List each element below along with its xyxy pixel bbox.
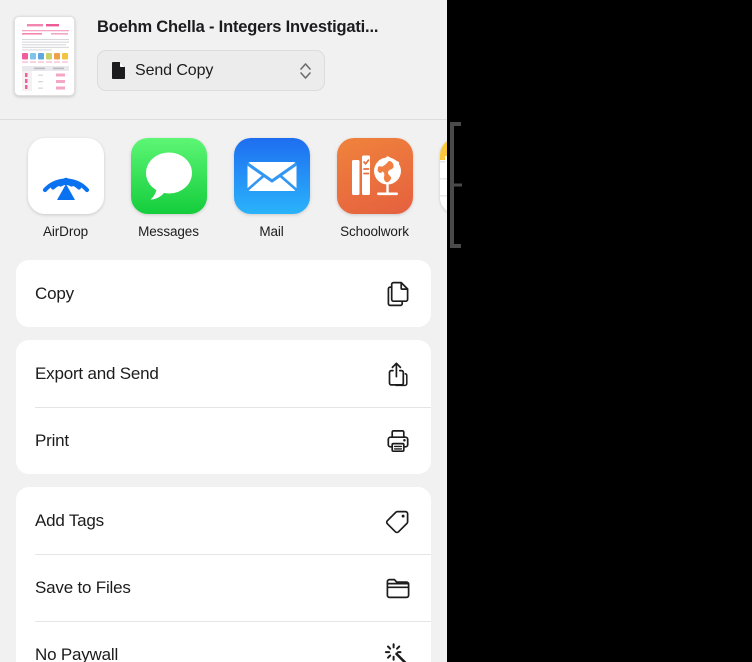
- magic-wand-icon: [384, 642, 407, 662]
- page-title: Boehm Chella - Integers Investigati...: [97, 18, 379, 36]
- mail-glyph: [246, 162, 297, 191]
- airdrop-glyph: [42, 177, 89, 200]
- header-text-column: Boehm Chella - Integers Investigati... S…: [97, 16, 433, 91]
- action-label: Print: [35, 430, 69, 450]
- share-targets-row[interactable]: AirDrop Messages Mail Schoolwork: [0, 120, 447, 260]
- action-row-copy[interactable]: Copy: [16, 260, 431, 327]
- send-mode-label: Send Copy: [135, 61, 214, 79]
- action-group-2: Export and Send Print: [16, 340, 431, 474]
- mail-icon: [233, 138, 310, 214]
- messages-glyph: [145, 152, 192, 200]
- printer-icon: [387, 429, 409, 452]
- action-group-1: Copy: [16, 260, 431, 327]
- share-up-icon: [388, 361, 408, 386]
- action-label: No Paywall: [35, 644, 119, 662]
- action-row-no-paywall[interactable]: No Paywall: [16, 621, 431, 662]
- thumbnail-preview: [18, 21, 73, 93]
- document-thumbnail: [14, 16, 75, 96]
- schoolwork-glyph: [351, 155, 401, 196]
- action-list: Copy Export and Send Print Add Tags Save…: [0, 260, 447, 662]
- share-target-label: AirDrop: [42, 224, 89, 239]
- action-row-print[interactable]: Print: [16, 407, 431, 474]
- send-mode-popup-button[interactable]: Send Copy: [97, 50, 325, 91]
- share-target-label: Schoolwork: [340, 224, 409, 239]
- action-label: Export and Send: [35, 363, 159, 383]
- share-target-airdrop[interactable]: AirDrop: [14, 138, 117, 239]
- share-target-label: Mail: [259, 224, 284, 239]
- share-target-schoolwork[interactable]: Schoolwork: [323, 138, 426, 239]
- action-label: Copy: [35, 283, 74, 303]
- share-sheet-header: Boehm Chella - Integers Investigati... S…: [0, 0, 447, 120]
- action-label: Add Tags: [35, 510, 104, 530]
- airdrop-icon: [27, 138, 104, 214]
- schoolwork-icon: [336, 138, 413, 214]
- notes-icon: [439, 138, 447, 214]
- edge-bracket-annotation: [450, 122, 462, 248]
- action-row-export-and-send[interactable]: Export and Send: [16, 340, 431, 407]
- action-group-3: Add Tags Save to Files No Paywall: [16, 487, 431, 662]
- notes-glyph: [439, 138, 447, 214]
- share-target-messages[interactable]: Messages: [117, 138, 220, 239]
- messages-icon: [130, 138, 207, 214]
- folder-icon: [386, 578, 410, 598]
- chevron-up-down-icon: [300, 62, 311, 79]
- document-icon: [112, 61, 125, 79]
- action-row-add-tags[interactable]: Add Tags: [16, 487, 431, 554]
- action-label: Save to Files: [35, 577, 131, 597]
- share-target-notes[interactable]: [426, 138, 447, 224]
- screen: Boehm Chella - Integers Investigati... S…: [0, 0, 752, 662]
- share-sheet-panel: Boehm Chella - Integers Investigati... S…: [0, 0, 447, 662]
- tag-icon: [385, 510, 409, 533]
- share-target-mail[interactable]: Mail: [220, 138, 323, 239]
- action-row-save-to-files[interactable]: Save to Files: [16, 554, 431, 621]
- copy-pages-icon: [387, 281, 409, 306]
- share-target-label: Messages: [138, 224, 199, 239]
